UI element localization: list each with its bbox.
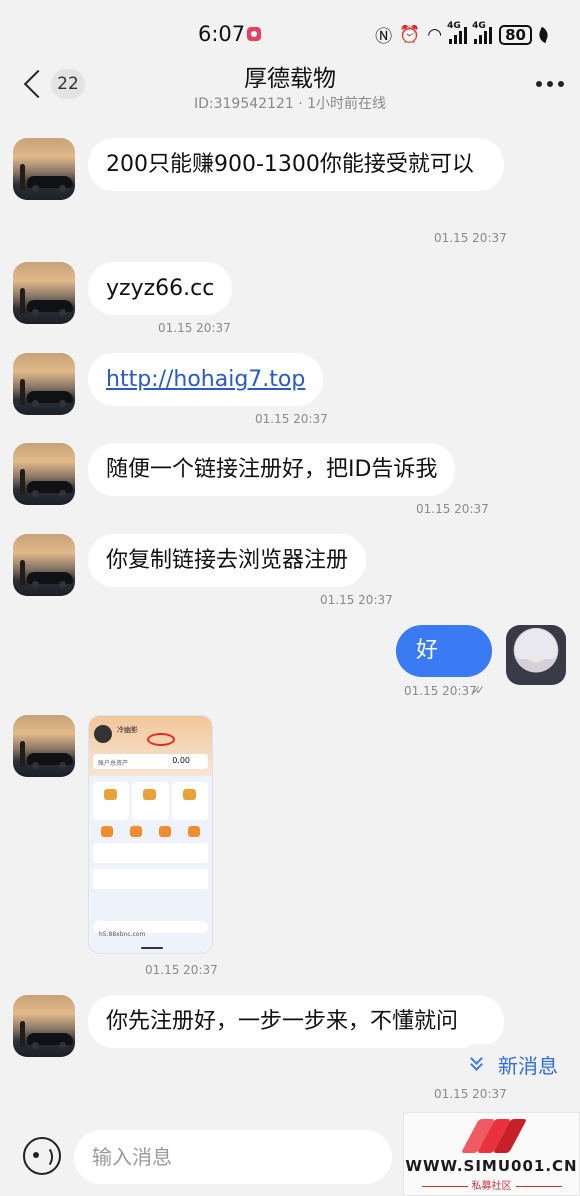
message-time: 01.15 20:37 — [404, 684, 477, 698]
message-time: 01.15 20:37 — [145, 963, 218, 977]
preview-asset-value: 0.00 — [172, 756, 190, 765]
message-link[interactable]: http://hohaig7.top — [106, 367, 305, 392]
watermark-text: WWW.SIMU001.CN — [405, 1157, 578, 1175]
preview-url-bar: h5.88xbnc.com — [93, 921, 208, 938]
signal-icon-2: 4G — [472, 21, 493, 44]
message-time: 01.15 20:37 — [255, 412, 328, 426]
self-message-bubble[interactable]: 好 — [396, 625, 492, 677]
self-avatar[interactable] — [506, 625, 566, 685]
watermark-icon — [460, 1119, 528, 1155]
signal-icon: 4G — [447, 21, 468, 44]
preview-asset-row: 账户总资产 0.00 — [93, 754, 208, 769]
new-message-label: 新消息 — [498, 1054, 558, 1078]
preview-name: 冷幽影 — [117, 726, 138, 734]
message-bubble[interactable]: 你复制链接去浏览器注册 — [88, 534, 367, 587]
eco-leaf-icon — [536, 26, 551, 43]
contact-avatar[interactable] — [13, 534, 75, 596]
read-receipt-icon: ✓✓ — [471, 683, 485, 697]
watermark-subtext: 私募社区 — [404, 1177, 579, 1192]
contact-avatar[interactable] — [13, 262, 75, 324]
preview-avatar — [94, 725, 112, 743]
message-input[interactable] — [74, 1130, 392, 1184]
message-bubble[interactable]: 随便一个链接注册好，把ID告诉我 — [88, 443, 456, 496]
message-time: 01.15 20:37 — [434, 231, 507, 245]
contact-avatar[interactable] — [13, 353, 75, 415]
message-time: 01.15 20:37 — [434, 1087, 507, 1101]
message-time: 01.15 20:37 — [320, 593, 393, 607]
red-circle-annotation — [147, 733, 175, 746]
status-bar: 6:07 Ⓝ ⏰ ◠ 4G 4G 80 — [0, 0, 580, 60]
watermark-logo: WWW.SIMU001.CN 私募社区 — [403, 1112, 580, 1196]
contact-avatar[interactable] — [13, 138, 75, 200]
message-bubble[interactable]: 200只能赚900-1300你能接受就可以 — [88, 138, 504, 191]
alarm-icon: ⏰ — [399, 24, 421, 45]
contact-avatar[interactable] — [13, 995, 75, 1057]
preview-card-grid — [93, 782, 208, 820]
image-message[interactable]: 冷幽影 账户总资产 0.00 h5.88xbnc.com — [88, 715, 213, 954]
nfc-icon: Ⓝ — [375, 27, 393, 47]
new-message-button[interactable]: 新消息 — [458, 1044, 580, 1084]
contact-avatar[interactable] — [13, 715, 75, 777]
system-icons: Ⓝ ⏰ ◠ 4G 4G 80 — [375, 21, 551, 47]
message-time: 01.15 20:37 — [416, 502, 489, 516]
chat-title[interactable]: 厚德载物 — [0, 59, 580, 93]
battery-indicator: 80 — [499, 24, 532, 45]
contact-avatar[interactable] — [13, 443, 75, 505]
message-bubble[interactable]: 你先注册好，一步一步来，不懂就问 — [88, 995, 504, 1048]
preview-icon-row — [93, 826, 208, 837]
message-bubble[interactable]: yzyz66.cc — [88, 262, 233, 315]
wifi-icon: ◠ — [427, 24, 443, 45]
voice-input-icon[interactable] — [23, 1137, 61, 1175]
message-bubble: http://hohaig7.top — [88, 353, 324, 406]
app-notification-icon — [247, 27, 261, 41]
preview-home-indicator — [141, 947, 163, 949]
double-chevron-down-icon — [470, 1054, 482, 1066]
more-options-icon[interactable] — [536, 81, 564, 87]
chat-header: 22 厚德载物 ID:319542121 · 1小时前在线 — [0, 55, 580, 117]
status-time: 6:07 — [198, 22, 246, 46]
message-time: 01.15 20:37 — [158, 321, 231, 335]
chat-subtitle: ID:319542121 · 1小时前在线 — [193, 96, 387, 112]
